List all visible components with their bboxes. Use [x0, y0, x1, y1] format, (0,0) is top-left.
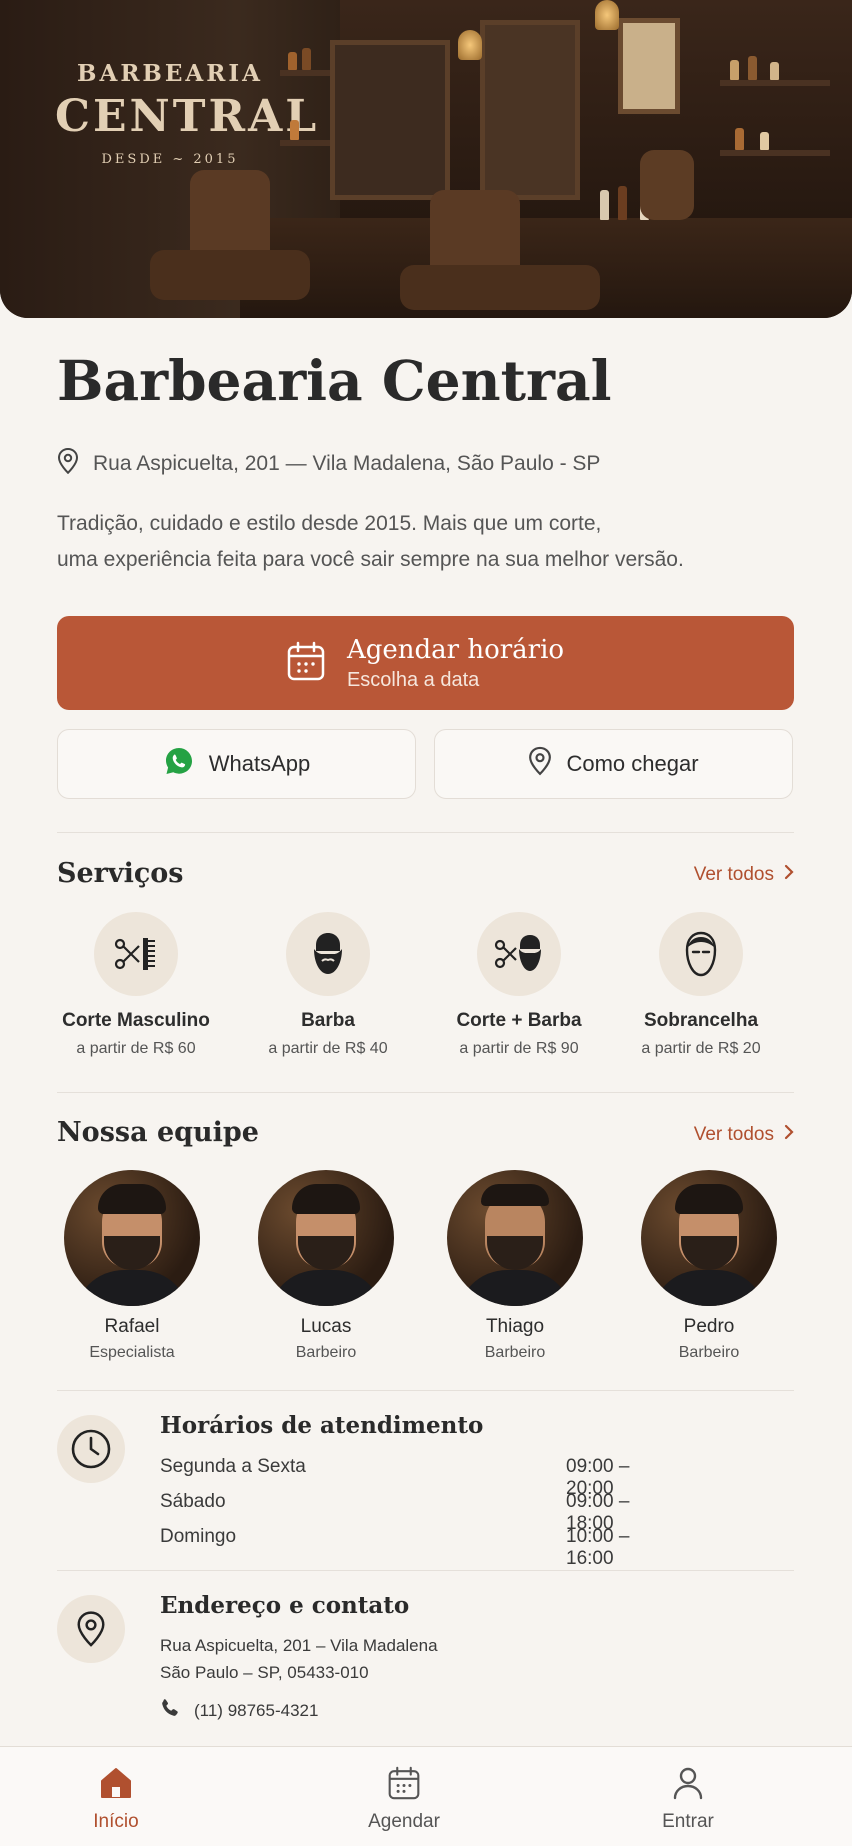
hours-title: Horários de atendimento [160, 1412, 484, 1439]
nav-item-home[interactable]: Início [46, 1765, 186, 1833]
location-pin-icon [528, 746, 552, 782]
service-name: Sobrancelha [643, 1010, 759, 1031]
service-item[interactable]: Barba a partir de R$ 40 [238, 912, 418, 1058]
avatar [447, 1170, 583, 1306]
divider [57, 1390, 794, 1391]
avatar [641, 1170, 777, 1306]
wall-portrait [618, 18, 680, 114]
divider [57, 1092, 794, 1093]
shop-description: Tradição, cuidado e estilo desde 2015. M… [57, 512, 684, 571]
contact-address-line2: São Paulo – SP, 05433-010 [160, 1663, 369, 1682]
service-item[interactable]: Sobrancelha a partir de R$ 20 [611, 912, 791, 1058]
contact-address-line1: Rua Aspicuelta, 201 – Vila Madalena [160, 1636, 438, 1655]
service-name: Corte Masculino [62, 1010, 210, 1031]
avatar [258, 1170, 394, 1306]
member-name: Pedro [683, 1316, 735, 1337]
phone-number: (11) 98765-4321 [194, 1700, 319, 1720]
home-icon [46, 1765, 186, 1801]
member-role: Barbeiro [295, 1344, 357, 1361]
service-price: a partir de R$ 40 [268, 1040, 388, 1057]
book-appointment-button[interactable]: Agendar horário Escolha a data [57, 616, 794, 710]
book-button-title: Agendar horário [346, 634, 565, 665]
beard-icon [286, 912, 370, 996]
team-member[interactable]: Pedro Barbeiro [619, 1170, 799, 1362]
hours-row: Domingo 10:00 – 16:00 [160, 1526, 680, 1570]
directions-label: Como chegar [566, 751, 699, 776]
shop-name: Barbearia Central [57, 348, 612, 413]
divider [57, 1570, 794, 1571]
team-member[interactable]: Thiago Barbeiro [425, 1170, 605, 1362]
hours-day: Domingo [160, 1526, 237, 1547]
service-price: a partir de R$ 60 [76, 1040, 196, 1057]
whatsapp-button[interactable]: WhatsApp [57, 729, 416, 799]
contact-title: Endereço e contato [160, 1592, 410, 1619]
nav-item-login[interactable]: Entrar [618, 1765, 758, 1833]
member-role: Barbeiro [678, 1344, 740, 1361]
avatar [64, 1170, 200, 1306]
location-pin-icon [57, 447, 79, 480]
service-name: Barba [301, 1010, 355, 1031]
directions-button[interactable]: Como chegar [434, 729, 793, 799]
scissors-comb-icon [94, 912, 178, 996]
bottom-nav: Início Agendar Entrar [0, 1746, 852, 1846]
member-name: Thiago [485, 1316, 545, 1337]
services-see-all-link[interactable]: Ver todos [694, 864, 794, 886]
whatsapp-icon [163, 745, 195, 783]
calendar-icon [334, 1765, 474, 1801]
team-see-all-link[interactable]: Ver todos [694, 1124, 794, 1146]
clock-icon [57, 1415, 125, 1483]
divider [57, 832, 794, 833]
scissors-beard-icon [477, 912, 561, 996]
whatsapp-label: WhatsApp [208, 751, 311, 776]
phone-icon [160, 1698, 180, 1723]
team-title: Nossa equipe [57, 1117, 259, 1148]
member-name: Rafael [104, 1316, 160, 1337]
member-name: Lucas [300, 1316, 352, 1337]
service-price: a partir de R$ 20 [641, 1040, 761, 1057]
hours-time: 10:00 – 16:00 [566, 1526, 630, 1569]
book-button-subtitle: Escolha a data [346, 668, 480, 691]
team-member[interactable]: Rafael Especialista [42, 1170, 222, 1362]
chevron-right-icon [784, 1124, 794, 1146]
service-name: Corte + Barba [456, 1010, 582, 1031]
service-item[interactable]: Corte Masculino a partir de R$ 60 [46, 912, 226, 1058]
user-icon [618, 1765, 758, 1801]
calendar-icon [287, 641, 325, 686]
service-price: a partir de R$ 90 [459, 1040, 579, 1057]
contact-phone[interactable]: (11) 98765-4321 [160, 1698, 318, 1723]
face-icon [659, 912, 743, 996]
address-text: Rua Aspicuelta, 201 — Vila Madalena, São… [93, 452, 601, 475]
member-role: Especialista [89, 1344, 175, 1361]
location-pin-icon [57, 1595, 125, 1663]
shop-sign: BARBEARIA CENTRAL DESDE ~ 2015 [55, 60, 320, 167]
shop-address: Rua Aspicuelta, 201 — Vila Madalena, São… [57, 447, 601, 480]
nav-item-book[interactable]: Agendar [334, 1765, 474, 1833]
service-item[interactable]: Corte + Barba a partir de R$ 90 [429, 912, 609, 1058]
hero-image: BARBEARIA CENTRAL DESDE ~ 2015 [0, 0, 852, 318]
team-member[interactable]: Lucas Barbeiro [236, 1170, 416, 1362]
chevron-right-icon [784, 864, 794, 886]
member-role: Barbeiro [484, 1344, 546, 1361]
services-title: Serviços [57, 858, 184, 889]
